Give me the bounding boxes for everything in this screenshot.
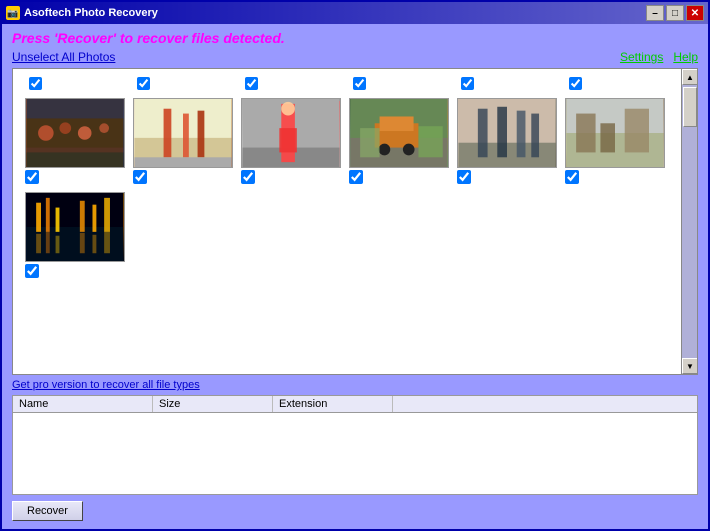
photo-thumb-7[interactable] (25, 192, 125, 262)
photo-checkbox-6[interactable] (565, 170, 579, 184)
top-bar: Unselect All Photos Settings Help (12, 50, 698, 64)
photo-checkbox-4[interactable] (349, 170, 363, 184)
unselect-all-link[interactable]: Unselect All Photos (12, 50, 115, 64)
recover-button[interactable]: Recover (12, 501, 83, 521)
photo-item-2 (133, 98, 233, 184)
recover-message: Press 'Recover' to recover files detecte… (12, 30, 698, 46)
photos-row-2 (21, 188, 673, 282)
photo-top-checkbox-2[interactable] (137, 77, 150, 90)
photo-thumb-6[interactable] (565, 98, 665, 168)
maximize-button[interactable]: □ (666, 5, 684, 21)
photo-check-5 (457, 170, 471, 184)
file-list-header: Name Size Extension (13, 396, 697, 413)
photo-scrollbar: ▲ ▼ (681, 69, 697, 374)
photo-check-6 (565, 170, 579, 184)
column-header-extra (393, 396, 697, 412)
photo-check-7 (25, 264, 39, 278)
photo-grid-container[interactable] (13, 69, 681, 374)
photo-top-checkbox-6[interactable] (569, 77, 582, 90)
app-icon: 📷 (6, 6, 20, 20)
help-link[interactable]: Help (673, 50, 698, 64)
photo-thumb-4[interactable] (349, 98, 449, 168)
scroll-track (682, 85, 697, 358)
photo-item-3 (241, 98, 341, 184)
photo-item-5 (457, 98, 557, 184)
photo-checkbox-5[interactable] (457, 170, 471, 184)
photo-check-4 (349, 170, 363, 184)
photo-thumb-2[interactable] (133, 98, 233, 168)
photo-checkbox-3[interactable] (241, 170, 255, 184)
scroll-up-button[interactable]: ▲ (682, 69, 698, 85)
scroll-down-button[interactable]: ▼ (682, 358, 698, 374)
window-title: Asoftech Photo Recovery (24, 7, 158, 19)
photos-row-1 (21, 94, 673, 188)
minimize-button[interactable]: – (646, 5, 664, 21)
file-list-body (13, 413, 697, 488)
title-bar-left: 📷 Asoftech Photo Recovery (6, 6, 158, 20)
photo-thumb-3[interactable] (241, 98, 341, 168)
title-bar: 📷 Asoftech Photo Recovery – □ ✕ (2, 2, 708, 24)
photo-top-checkbox-4[interactable] (353, 77, 366, 90)
column-header-name: Name (13, 396, 153, 412)
photo-panel: ▲ ▼ (12, 68, 698, 375)
title-buttons: – □ ✕ (646, 5, 704, 21)
photo-top-checkbox-5[interactable] (461, 77, 474, 90)
photo-check-2 (133, 170, 147, 184)
photo-thumb-1[interactable] (25, 98, 125, 168)
column-header-size: Size (153, 396, 273, 412)
top-links: Settings Help (620, 50, 698, 64)
photo-item-7 (25, 192, 125, 278)
file-list: Name Size Extension (12, 395, 698, 495)
main-window: 📷 Asoftech Photo Recovery – □ ✕ Press 'R… (0, 0, 710, 531)
photo-check-3 (241, 170, 255, 184)
photo-checkbox-7[interactable] (25, 264, 39, 278)
scroll-thumb[interactable] (683, 87, 697, 127)
photo-top-checkbox-3[interactable] (245, 77, 258, 90)
main-content: Press 'Recover' to recover files detecte… (2, 24, 708, 529)
photo-item-1 (25, 98, 125, 184)
photo-checkbox-1[interactable] (25, 170, 39, 184)
close-button[interactable]: ✕ (686, 5, 704, 21)
photo-item-6 (565, 98, 665, 184)
column-header-extension: Extension (273, 396, 393, 412)
bottom-bar: Recover (12, 495, 698, 523)
pro-version-link[interactable]: Get pro version to recover all file type… (12, 379, 698, 391)
photo-top-checkbox-1[interactable] (29, 77, 42, 90)
photo-item-4 (349, 98, 449, 184)
photo-thumb-5[interactable] (457, 98, 557, 168)
settings-link[interactable]: Settings (620, 50, 663, 64)
photo-check-1 (25, 170, 39, 184)
photo-checkbox-2[interactable] (133, 170, 147, 184)
photo-item-top-check-1 (25, 77, 125, 90)
